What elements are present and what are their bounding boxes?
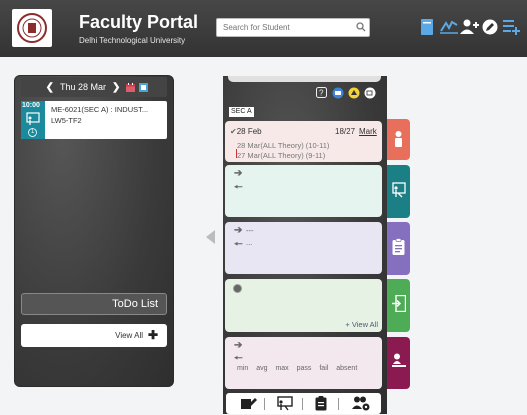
resources-card[interactable]: + View All [225, 279, 382, 332]
status-dot-icon [233, 284, 242, 293]
todo-list-header[interactable]: ToDo List [21, 293, 167, 315]
clipboard-icon [392, 238, 405, 255]
quiz-placeholder: --- [246, 226, 254, 235]
classroom-icon [26, 112, 40, 125]
attendance-tab[interactable] [387, 119, 410, 160]
marks-stats: min avg max pass fail absent [237, 365, 358, 372]
university-name: Delhi Technological University [79, 36, 186, 45]
calendar-icon[interactable] [126, 82, 136, 92]
portal-title: Faculty Portal [79, 12, 199, 32]
arrow-right-icon: ➔ [234, 168, 243, 179]
book-icon[interactable] [421, 19, 433, 35]
quiz-tab[interactable] [387, 222, 410, 275]
list-add-icon[interactable] [503, 19, 521, 35]
todo-view-all-button[interactable]: View All ✚ [21, 324, 167, 347]
chat-icon[interactable] [332, 87, 344, 99]
attendance-card[interactable]: ✔28 Feb 18/27 Mark 28 Mar(ALL Theory) (1… [225, 121, 382, 162]
presentation-icon [392, 182, 406, 198]
lecture-time: 10:00 [22, 102, 40, 109]
section-label: SEC A [229, 107, 254, 117]
lecture-card[interactable]: 10:00 1 ME-6021(SEC A) : INDUST... LW5-T… [21, 101, 167, 139]
login-icon [392, 295, 406, 312]
marks-card[interactable]: ➔ 🠔 min avg max pass fail absent [225, 337, 382, 389]
text-cursor [236, 149, 237, 158]
quiz-placeholder-2: ... [246, 238, 253, 247]
prev-day-arrow-icon[interactable]: ❮ [46, 82, 54, 93]
mark-attendance-link[interactable]: Mark [359, 127, 377, 136]
edit-note-icon[interactable] [241, 396, 257, 410]
student-desk-icon [392, 353, 406, 367]
attendance-entry: 27 Mar(ALL Theory) (9-11) [237, 151, 326, 160]
assignment-card[interactable]: ➔ 🠔 [225, 165, 382, 217]
arrow-right-icon: ➔ [234, 340, 243, 351]
bottom-toolbar [226, 393, 381, 414]
lecture-badge-count: 1 [31, 129, 35, 135]
clipboard-icon[interactable] [315, 396, 327, 411]
resources-tab[interactable] [387, 279, 410, 332]
plus-icon: ✚ [147, 328, 158, 342]
edit-icon[interactable] [482, 19, 498, 35]
toolbar-divider [338, 398, 339, 410]
arrow-right-icon: ➔ [234, 225, 243, 236]
assignment-tab[interactable] [387, 165, 410, 218]
alert-icon[interactable] [348, 87, 360, 99]
arrow-left-icon: 🠔 [234, 239, 243, 250]
marks-tab[interactable] [387, 337, 410, 389]
todo-view-all-label: View All [115, 331, 143, 340]
teacher-icon [395, 131, 402, 147]
attendance-count: 18/27 [335, 127, 356, 136]
presentation-icon[interactable] [277, 396, 293, 411]
attendance-date-text: 28 Feb [236, 127, 262, 136]
resources-view-all-link[interactable]: + View All [345, 320, 378, 329]
add-user-icon[interactable] [460, 19, 480, 35]
svg-text:?: ? [319, 89, 324, 98]
panel-top-tab [228, 76, 381, 82]
toolbar-divider [302, 398, 303, 410]
lecture-time-strip: 10:00 1 [21, 101, 45, 139]
lecture-location: LW5-TF2 [51, 116, 82, 125]
signature-icon[interactable] [440, 19, 458, 35]
current-date: Thu 28 Mar [59, 82, 107, 92]
collapse-panel-arrow-icon[interactable] [206, 230, 215, 244]
today-icon[interactable] [139, 82, 149, 92]
attendance-date: ✔28 Feb [230, 127, 262, 136]
student-search-input[interactable] [216, 18, 370, 37]
lecture-title: ME-6021(SEC A) : INDUST... [51, 105, 149, 114]
date-navigator: ❮ Thu 28 Mar ❯ [21, 77, 167, 97]
check-icon: ✔ [230, 127, 237, 136]
search-icon[interactable] [356, 22, 366, 32]
quiz-card[interactable]: ➔ --- 🠔 ... [225, 222, 382, 274]
message-icon[interactable] [364, 87, 376, 99]
attendance-entry: 28 Mar(ALL Theory) (10-11) [237, 141, 330, 150]
arrow-left-icon: 🠔 [234, 182, 243, 193]
university-logo [12, 9, 52, 47]
question-icon[interactable]: ? [316, 87, 327, 98]
next-day-arrow-icon[interactable]: ❯ [112, 82, 120, 93]
toolbar-divider [264, 398, 265, 410]
students-settings-icon[interactable] [352, 396, 370, 411]
